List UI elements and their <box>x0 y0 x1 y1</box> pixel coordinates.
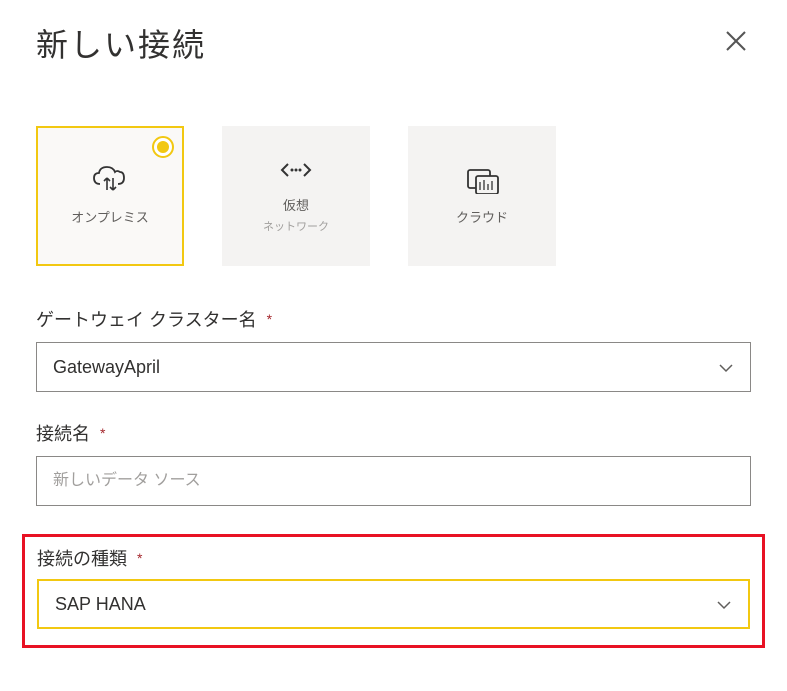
network-icon <box>276 158 316 187</box>
tile-label: クラウド <box>456 209 508 227</box>
required-indicator: * <box>267 311 272 327</box>
highlighted-section: 接続の種類 * SAP HANA <box>22 534 765 648</box>
field-connection-name: 接続名 * <box>36 420 751 506</box>
connection-type-select[interactable]: SAP HANA <box>37 579 750 629</box>
tile-sublabel: ネットワーク <box>263 218 329 234</box>
connection-name-label: 接続名 <box>36 420 90 446</box>
chevron-down-icon <box>716 594 732 615</box>
cloud-database-icon <box>462 164 502 199</box>
tile-on-premises[interactable]: オンプレミス <box>36 126 184 266</box>
connection-type-value: SAP HANA <box>55 594 146 615</box>
tile-virtual-network[interactable]: 仮想 ネットワーク <box>222 126 370 266</box>
close-icon <box>725 30 747 52</box>
field-gateway-cluster: ゲートウェイ クラスター名 * GatewayApril <box>36 306 751 392</box>
chevron-down-icon <box>718 357 734 378</box>
close-button[interactable] <box>721 25 751 61</box>
radio-selected-icon <box>152 136 174 158</box>
connection-name-input[interactable] <box>36 456 751 506</box>
tile-label: 仮想 <box>263 197 329 215</box>
gateway-label: ゲートウェイ クラスター名 <box>36 306 257 332</box>
required-indicator: * <box>137 550 142 566</box>
tile-cloud[interactable]: クラウド <box>408 126 556 266</box>
page-title: 新しい接続 <box>36 20 206 66</box>
connection-type-tiles: オンプレミス 仮想 ネットワーク <box>36 126 751 266</box>
gateway-select[interactable]: GatewayApril <box>36 342 751 392</box>
connection-type-label: 接続の種類 <box>37 545 127 571</box>
gateway-select-value: GatewayApril <box>53 357 160 378</box>
cloud-sync-icon <box>90 164 130 199</box>
tile-label: オンプレミス <box>71 209 149 227</box>
required-indicator: * <box>100 425 105 441</box>
